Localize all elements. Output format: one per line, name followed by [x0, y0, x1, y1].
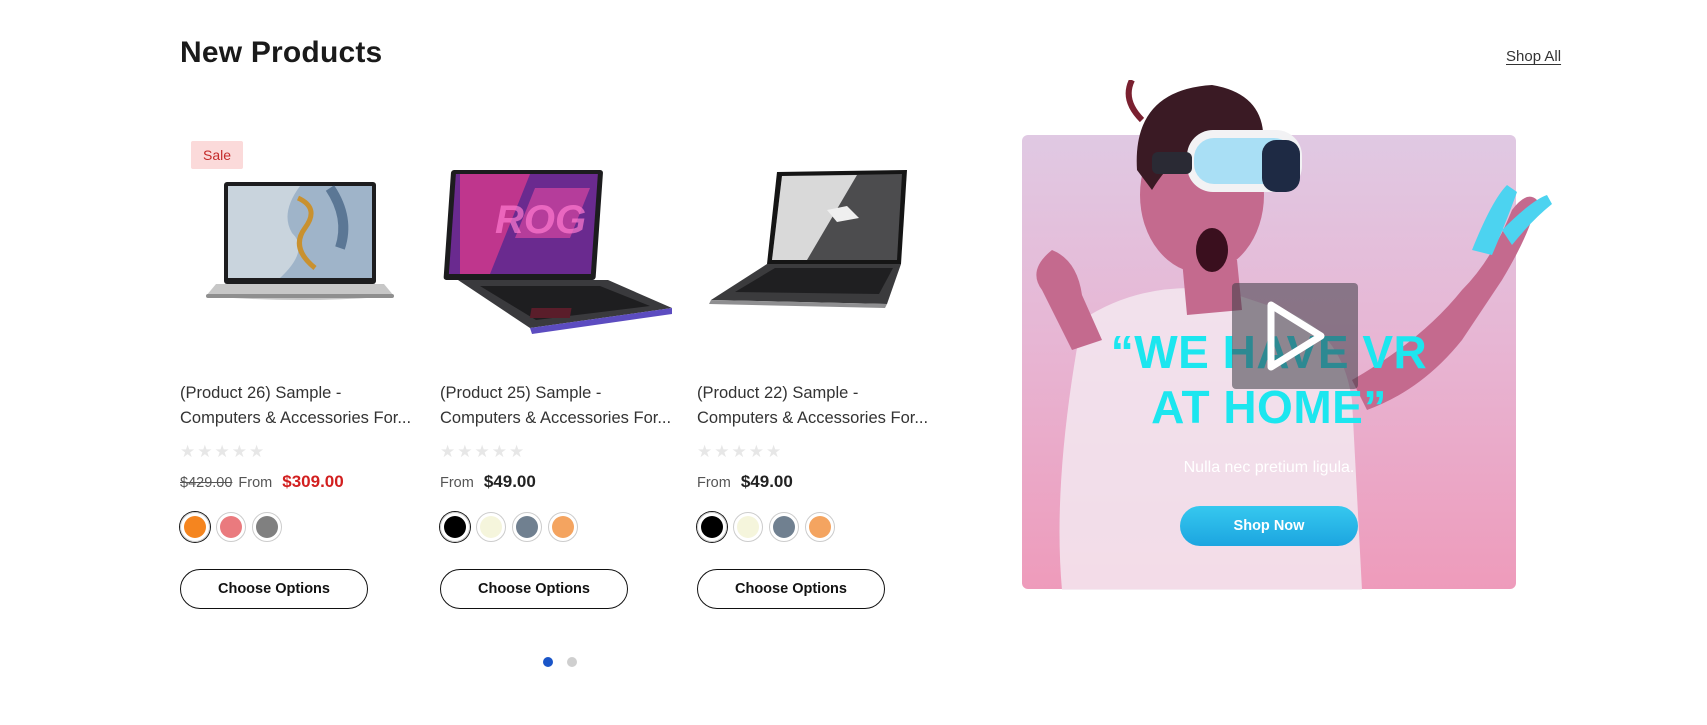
swatch-sandy-brown[interactable] — [548, 512, 578, 542]
swatch-beige[interactable] — [733, 512, 763, 542]
price-from-label: From — [697, 475, 731, 491]
color-swatches — [440, 512, 578, 542]
play-video-button[interactable] — [1232, 283, 1358, 389]
rating-stars: ★★★★★ — [697, 442, 784, 461]
swatch-coral[interactable] — [216, 512, 246, 542]
product-image-laptop-gaming[interactable]: ROG — [440, 158, 680, 358]
price-row: $429.00 From $309.00 — [180, 472, 344, 492]
color-swatches — [180, 512, 282, 542]
carousel-pagination — [543, 657, 577, 667]
swatch-beige[interactable] — [476, 512, 506, 542]
swatch-gray[interactable] — [252, 512, 282, 542]
swatch-black[interactable] — [697, 512, 727, 542]
compare-at-price: $429.00 — [180, 475, 233, 491]
price-from-label: From — [238, 475, 273, 491]
carousel-dot-2[interactable] — [567, 657, 577, 667]
swatch-slate-gray[interactable] — [769, 512, 799, 542]
price-from-label: From — [440, 475, 474, 491]
choose-options-button[interactable]: Choose Options — [180, 569, 368, 609]
product-title[interactable]: (Product 22) Sample - Computers & Access… — [697, 381, 937, 431]
product-card: (Product 22) Sample - Computers & Access… — [697, 128, 937, 628]
product-image-laptop-silver[interactable] — [180, 158, 420, 358]
choose-options-button[interactable]: Choose Options — [440, 569, 628, 609]
shop-now-button[interactable]: Shop Now — [1180, 506, 1358, 546]
play-icon — [1267, 301, 1325, 371]
swatch-black[interactable] — [440, 512, 470, 542]
choose-options-button[interactable]: Choose Options — [697, 569, 885, 609]
price-row: From $49.00 — [697, 472, 793, 492]
rating-stars: ★★★★★ — [440, 442, 527, 461]
swatch-slate-gray[interactable] — [512, 512, 542, 542]
price-row: From $49.00 — [440, 472, 536, 492]
promo-subtitle: Nulla nec pretium ligula. — [1183, 459, 1355, 476]
price: $49.00 — [483, 472, 536, 491]
swatch-orange[interactable] — [180, 512, 210, 542]
color-swatches — [697, 512, 835, 542]
swatch-sandy-brown[interactable] — [805, 512, 835, 542]
sale-price: $309.00 — [282, 472, 344, 491]
price: $49.00 — [740, 472, 793, 491]
rating-stars: ★★★★★ — [180, 442, 267, 461]
product-card: ROG (Product 25) Sample - Computers & Ac… — [440, 128, 680, 628]
product-title[interactable]: (Product 25) Sample - Computers & Access… — [440, 381, 680, 431]
svg-text:ROG: ROG — [495, 198, 586, 242]
section-title: New Products — [180, 36, 383, 69]
product-card: Sale (Product 26) Sample - Computers & A… — [180, 128, 420, 628]
shop-all-link[interactable]: Shop All — [1506, 48, 1561, 65]
carousel-dot-1[interactable] — [543, 657, 553, 667]
product-title[interactable]: (Product 26) Sample - Computers & Access… — [180, 381, 420, 431]
product-image-laptop-zephyrus[interactable] — [697, 158, 937, 358]
